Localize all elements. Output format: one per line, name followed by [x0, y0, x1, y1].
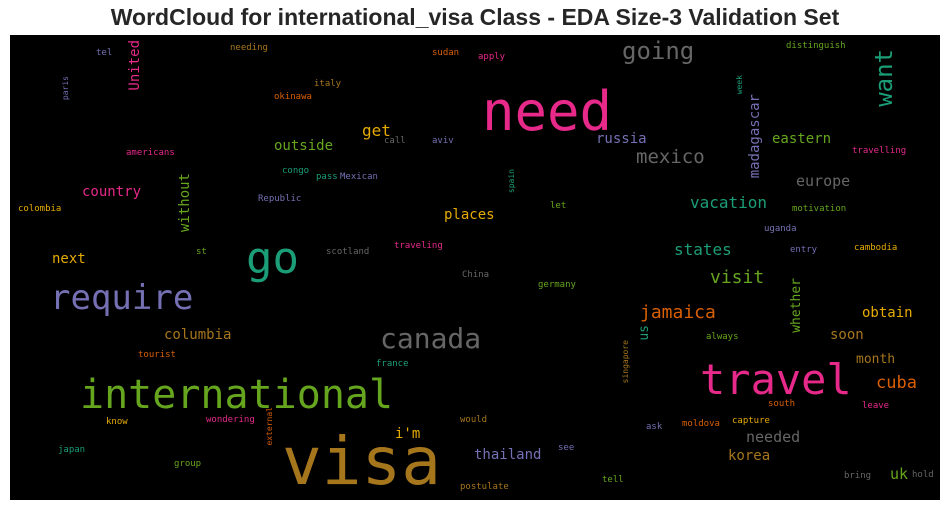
word-colombia: colombia — [18, 204, 62, 214]
word-vacation: vacation — [690, 193, 768, 212]
chart-title: WordCloud for international_visa Class -… — [110, 4, 840, 30]
word-singapore: singapore — [621, 340, 630, 384]
word-wondering: wondering — [206, 415, 255, 425]
word-moldova: moldova — [682, 419, 720, 429]
word-visit: visit — [710, 267, 765, 288]
word-would: would — [460, 415, 488, 425]
word-canada: canada — [380, 322, 482, 355]
word-cuba: cuba — [876, 373, 917, 393]
word-okinawa: okinawa — [274, 92, 312, 102]
word-week: week — [735, 75, 744, 95]
word-obtain: obtain — [862, 305, 913, 321]
word-international: international — [80, 372, 394, 418]
word-mexican: Mexican — [340, 172, 378, 182]
word-motivation: motivation — [792, 204, 847, 214]
word-always: always — [706, 332, 739, 342]
word-going: going — [622, 37, 695, 65]
word-needed: needed — [746, 428, 801, 446]
word-sudan: sudan — [432, 48, 460, 58]
word-madagascar: madagascar — [747, 94, 763, 179]
word-traveling: traveling — [394, 241, 443, 251]
word-europe: europe — [796, 172, 851, 190]
word-spain: spain — [507, 169, 516, 194]
word-hold: hold — [912, 470, 934, 480]
word-scotland: scotland — [326, 247, 370, 257]
word-pass: pass — [316, 172, 338, 182]
word-want: want — [870, 49, 898, 107]
figure: WordCloud for international_visa Class -… — [0, 0, 950, 511]
word-mexico: mexico — [636, 146, 705, 168]
word-cambodia: cambodia — [854, 243, 898, 253]
word-require: require — [50, 278, 194, 318]
word-whether: whether — [789, 278, 804, 333]
word-outside: outside — [274, 138, 334, 154]
word-thailand: thailand — [474, 447, 542, 463]
word-ask: ask — [646, 422, 663, 432]
word-bring: bring — [844, 471, 872, 481]
word-i-m: i'm — [395, 426, 421, 442]
word-travelling: travelling — [852, 146, 907, 156]
word-needing: needing — [230, 43, 268, 53]
word-go: go — [246, 233, 299, 284]
word-korea: korea — [728, 448, 771, 464]
word-south: south — [768, 399, 796, 409]
word-germany: germany — [538, 280, 576, 290]
word-travel: travel — [700, 355, 852, 404]
word-aviv: aviv — [432, 136, 454, 146]
word-americans: americans — [126, 148, 175, 158]
word-entry: entry — [790, 245, 818, 255]
word-united: United — [127, 40, 143, 91]
word-uganda: uganda — [764, 224, 797, 234]
wordcloud-canvas: visa need go travel international require cana… — [10, 35, 940, 500]
word-soon: soon — [830, 327, 864, 343]
word-see: see — [558, 443, 575, 453]
word-columbia: columbia — [164, 327, 232, 343]
word-states: states — [674, 240, 732, 259]
word-italy: italy — [314, 79, 342, 89]
word-call: call — [384, 136, 406, 146]
word-tel: tel — [96, 48, 113, 58]
word-country: country — [82, 184, 142, 200]
word-without: without — [177, 173, 193, 233]
word-next: next — [52, 251, 86, 267]
word-russia: russia — [596, 131, 647, 147]
word-need: need — [482, 80, 613, 143]
word-china: China — [462, 270, 490, 280]
word-group: group — [174, 459, 202, 469]
word-paris: paris — [61, 76, 70, 101]
word-japan: japan — [58, 445, 86, 455]
word-capture: capture — [732, 416, 770, 426]
word-external: external — [265, 407, 274, 446]
word-let: let — [550, 201, 567, 211]
word-congo: congo — [282, 166, 310, 176]
word-uk: uk — [890, 465, 909, 483]
word-jamaica: jamaica — [640, 302, 716, 323]
word-tourist: tourist — [138, 350, 176, 360]
word-tell: tell — [602, 475, 624, 485]
word-eastern: eastern — [772, 131, 832, 147]
word-us: us — [637, 325, 652, 341]
word-republic: Republic — [258, 194, 302, 204]
word-distinguish: distinguish — [786, 41, 846, 51]
word-postulate: postulate — [460, 482, 509, 492]
word-leave: leave — [862, 401, 890, 411]
word-france: france — [376, 359, 409, 369]
word-apply: apply — [478, 52, 506, 62]
word-st: st — [196, 247, 207, 257]
word-places: places — [444, 207, 495, 223]
word-month: month — [856, 352, 896, 367]
word-know: know — [106, 417, 128, 427]
